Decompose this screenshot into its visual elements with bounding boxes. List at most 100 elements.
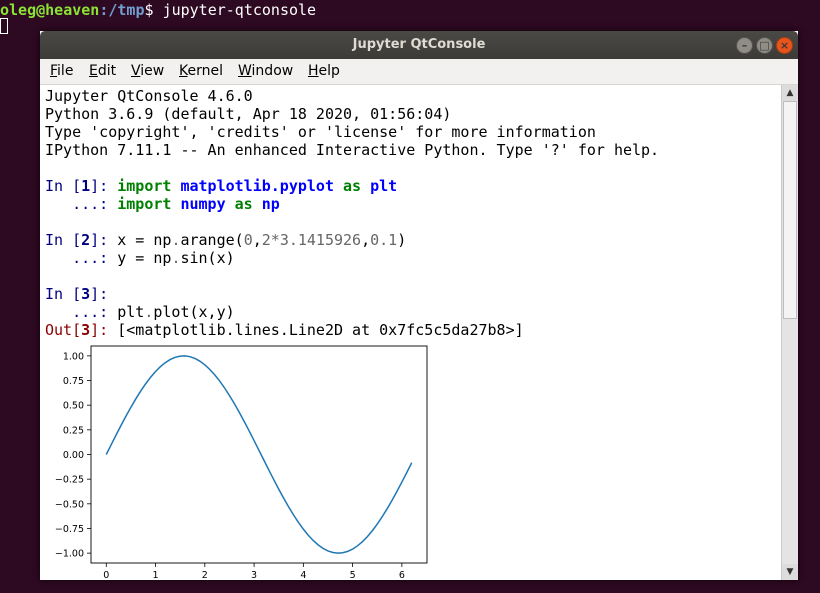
terminal-prompt-symbol: $	[144, 1, 163, 19]
y-tick-label: −1.00	[55, 549, 84, 560]
scroll-down-arrow-icon[interactable]: ▼	[782, 564, 798, 580]
menu-window-label: indow	[251, 63, 294, 79]
code-number: 3.1415926	[279, 231, 362, 249]
code-keyword: import	[117, 195, 172, 213]
terminal-cursor	[0, 18, 8, 34]
code-number: 0.1	[370, 231, 398, 249]
x-tick-label: 1	[153, 570, 159, 580]
x-tick-label: 6	[399, 570, 405, 580]
code-keyword: as	[343, 177, 362, 195]
code-text: ,	[361, 231, 371, 249]
code-text: arange(	[180, 231, 244, 249]
y-tick-label: 0.75	[63, 376, 84, 387]
in-prompt-close: ]:	[90, 177, 118, 195]
code-keyword: import	[117, 177, 172, 195]
input-cell-2-line-1: In [2]: x = np.arange(0,2*3.1415926,0.1)	[45, 231, 406, 249]
window-titlebar[interactable]: Jupyter QtConsole – □ ×	[40, 31, 798, 59]
terminal-prompt-line: oleg@heaven:/tmp$ jupyter-qtconsole	[0, 0, 316, 20]
in-prompt-number: 1	[81, 177, 91, 195]
code-operator: *	[270, 231, 280, 249]
vertical-scrollbar[interactable]: ▲ ▼	[781, 85, 798, 580]
continuation-prompt: ...:	[45, 303, 118, 321]
menu-window[interactable]: Window	[238, 59, 293, 84]
qtconsole-window: Jupyter QtConsole – □ × File Edit View K…	[40, 31, 798, 580]
input-cell-1-line-2: ...: import numpy as np	[45, 195, 280, 213]
plot-figure: 0 1 2 3 4 5 6 1.00 0.75 0.50 0.25 0.00 −0.25 −0.50 −0.…	[55, 345, 428, 580]
code-text: plot(x,y)	[153, 303, 235, 321]
close-button[interactable]: ×	[776, 37, 793, 54]
x-tick-label: 3	[251, 570, 257, 580]
terminal-path: :/tmp	[99, 1, 145, 19]
y-tick-label: 0.25	[63, 425, 84, 436]
menu-edit-label: dit	[97, 63, 117, 79]
in-prompt-number: 2	[81, 231, 91, 249]
minimize-button[interactable]: –	[736, 37, 753, 54]
menu-edit-mnemonic: E	[89, 63, 98, 79]
menu-bar: File Edit View Kernel Window Help	[40, 59, 798, 85]
maximize-button[interactable]: □	[756, 37, 773, 54]
in-prompt: In [	[45, 285, 82, 303]
input-cell-1-line-1: In [1]: import matplotlib.pyplot as plt	[45, 177, 397, 195]
output-cell-3: Out[3]: [<matplotlib.lines.Line2D at 0x7…	[45, 321, 524, 339]
out-prompt-close: ]:	[90, 321, 118, 339]
continuation-prompt: ...:	[45, 249, 118, 267]
continuation-prompt: ...:	[45, 195, 118, 213]
x-tick-label: 4	[300, 570, 306, 580]
menu-view-label: iew	[140, 63, 165, 79]
code-module: numpy	[180, 195, 226, 213]
menu-help[interactable]: Help	[308, 59, 340, 84]
menu-kernel[interactable]: Kernel	[179, 59, 223, 84]
menu-help-mnemonic: H	[308, 63, 319, 79]
code-text: x = np	[117, 231, 172, 249]
y-tick-label: 0.00	[63, 450, 84, 461]
code-text: ,	[252, 231, 262, 249]
out-prompt-number: 3	[81, 321, 91, 339]
menu-edit[interactable]: Edit	[89, 59, 116, 84]
y-tick-label: −0.75	[55, 524, 84, 535]
terminal-command: jupyter-qtconsole	[162, 1, 317, 19]
banner-line: Python 3.6.9 (default, Apr 18 2020, 01:5…	[45, 105, 452, 123]
scroll-up-arrow-icon[interactable]: ▲	[782, 85, 798, 101]
output-text: [<matplotlib.lines.Line2D at 0x7fc5c5da2…	[117, 321, 524, 339]
y-tick-label: 0.50	[63, 401, 84, 412]
x-tick-label: 2	[202, 570, 208, 580]
code-number: 2	[261, 231, 271, 249]
input-cell-2-line-2: ...: y = np.sin(x)	[45, 249, 235, 267]
code-text: sin(x)	[180, 249, 235, 267]
y-tick-label: 1.00	[63, 351, 84, 362]
in-prompt-close: ]:	[90, 285, 118, 303]
banner-line: IPython 7.11.1 -- An enhanced Interactiv…	[45, 141, 660, 159]
menu-view[interactable]: View	[131, 59, 164, 84]
menu-file-mnemonic: F	[50, 63, 58, 79]
x-tick-label: 0	[103, 570, 109, 580]
y-tick-label: −0.25	[55, 475, 84, 486]
menu-kernel-label: ernel	[187, 63, 223, 79]
code-number: 0	[243, 231, 253, 249]
out-prompt: Out[	[45, 321, 82, 339]
menu-view-mnemonic: V	[131, 63, 141, 79]
code-text: y = np	[117, 249, 172, 267]
in-prompt-close: ]:	[90, 231, 118, 249]
terminal-user-host: oleg@heaven	[0, 1, 100, 19]
code-text: )	[397, 231, 407, 249]
menu-file[interactable]: File	[50, 59, 73, 84]
banner-line: Type 'copyright', 'credits' or 'license'…	[45, 123, 596, 141]
window-title: Jupyter QtConsole	[352, 37, 486, 52]
in-prompt-number: 3	[81, 285, 91, 303]
menu-window-mnemonic: W	[238, 63, 252, 79]
y-tick-label: −0.50	[55, 499, 84, 510]
code-keyword: as	[234, 195, 253, 213]
code-module: np	[261, 195, 280, 213]
menu-file-label: ile	[57, 63, 74, 79]
in-prompt: In [	[45, 177, 82, 195]
console-area[interactable]: Jupyter QtConsole 4.6.0 Python 3.6.9 (de…	[40, 85, 781, 580]
in-prompt: In [	[45, 231, 82, 249]
code-text: plt	[117, 303, 145, 321]
scroll-thumb[interactable]	[783, 101, 797, 319]
banner-line: Jupyter QtConsole 4.6.0	[45, 87, 253, 105]
code-module: plt	[370, 177, 398, 195]
x-tick-label: 5	[350, 570, 356, 580]
code-module: matplotlib.pyplot	[180, 177, 334, 195]
input-cell-3-line-1: In [3]:	[45, 285, 117, 303]
plot-axes-frame	[90, 345, 428, 564]
